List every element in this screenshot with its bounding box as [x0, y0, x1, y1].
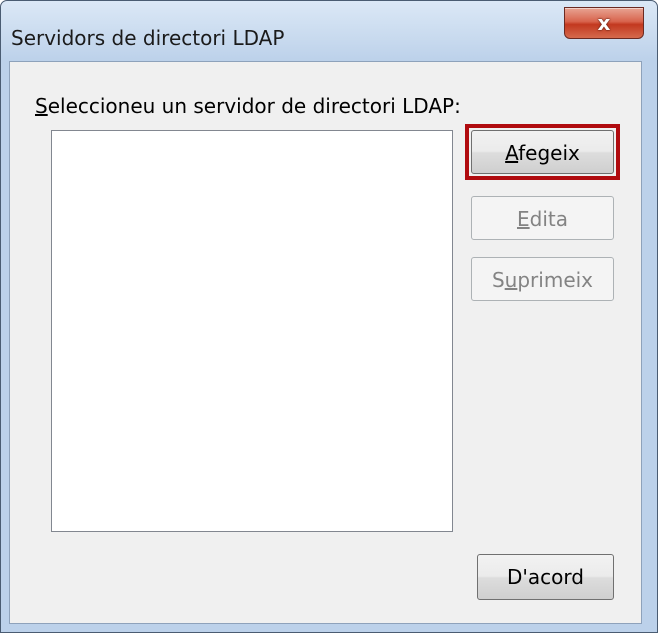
ldap-server-list[interactable]	[51, 130, 453, 532]
title-bar: Servidors de directori LDAP x	[1, 1, 657, 61]
server-list-label: Seleccioneu un servidor de directori LDA…	[35, 94, 461, 118]
mnemonic-letter: A	[505, 141, 519, 165]
add-button[interactable]: Afegeix	[471, 130, 614, 174]
window-title: Servidors de directori LDAP	[11, 26, 285, 50]
mnemonic-letter: u	[504, 268, 518, 292]
ok-button[interactable]: D'acord	[477, 554, 614, 600]
add-button-label: Afegeix	[505, 141, 580, 165]
dialog-body: Seleccioneu un servidor de directori LDA…	[9, 61, 642, 624]
delete-button-label: Suprimeix	[491, 268, 594, 292]
edit-button[interactable]: Edita	[471, 196, 614, 240]
edit-button-label: Edita	[517, 207, 568, 231]
ok-button-label: D'acord	[507, 565, 584, 589]
delete-button[interactable]: Suprimeix	[471, 257, 614, 301]
ldap-servers-dialog: Servidors de directori LDAP x Seleccione…	[0, 0, 658, 633]
close-icon: x	[597, 11, 611, 35]
mnemonic-letter: S	[35, 94, 48, 118]
close-button[interactable]: x	[564, 7, 644, 39]
mnemonic-letter: E	[517, 207, 530, 231]
